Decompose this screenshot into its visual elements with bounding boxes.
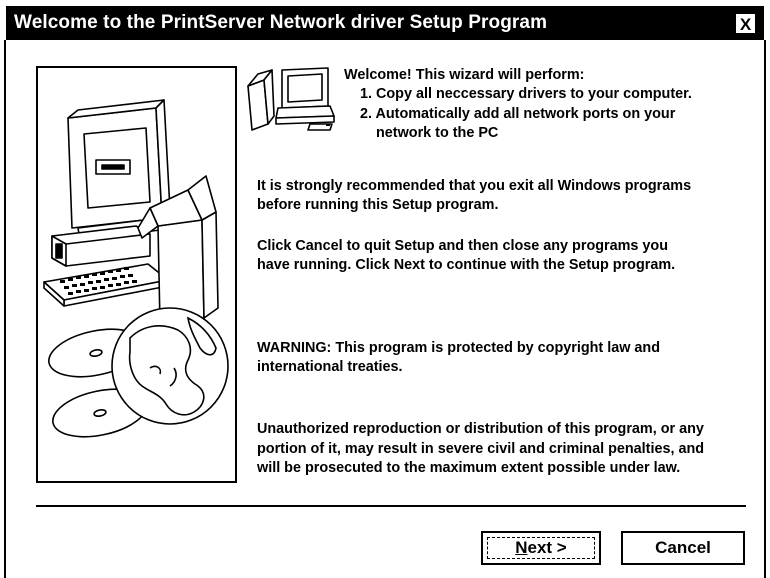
intro-step-2-line-2: network to the PC	[376, 125, 499, 141]
cancel-button[interactable]: Cancel	[621, 531, 745, 565]
window-left-border	[4, 40, 6, 578]
separator-line	[36, 505, 746, 507]
intro-step-1: 1. Copy all neccessary drivers to your c…	[360, 86, 692, 102]
instructions-line-2: have running. Click Next to continue wit…	[257, 257, 676, 273]
illustration-panel	[36, 66, 237, 483]
computer-box-illustration	[43, 99, 229, 438]
legal-line-1: Unauthorized reproduction or distributio…	[257, 421, 704, 437]
next-button-label: Next >	[515, 538, 567, 557]
globe-icon	[111, 307, 229, 425]
recommend-line-2: before running this Setup program.	[257, 197, 499, 213]
window-title: Welcome to the PrintServer Network drive…	[14, 12, 548, 33]
title-bar: Welcome to the PrintServer Network drive…	[6, 6, 764, 40]
intro-step-2-line-1: 2. Automatically add all network ports o…	[360, 106, 676, 122]
window-right-border	[764, 40, 766, 578]
next-button[interactable]: Next >	[481, 531, 601, 565]
small-computer-icon	[244, 64, 340, 136]
warning-line-2: international treaties.	[257, 359, 403, 375]
cancel-button-label: Cancel	[655, 538, 711, 557]
close-icon: X	[739, 15, 752, 34]
close-button[interactable]: X	[735, 13, 756, 34]
legal-line-3: will be prosecuted to the maximum extent…	[257, 460, 681, 476]
warning-line-1: WARNING: This program is protected by co…	[257, 340, 660, 356]
intro-heading: Welcome! This wizard will perform:	[344, 67, 585, 83]
recommend-line-1: It is strongly recommended that you exit…	[257, 178, 692, 194]
instructions-line-1: Click Cancel to quit Setup and then clos…	[257, 238, 669, 254]
legal-line-2: portion of it, may result in severe civi…	[257, 441, 705, 457]
setup-wizard-window: Welcome to the PrintServer Network drive…	[0, 0, 770, 578]
